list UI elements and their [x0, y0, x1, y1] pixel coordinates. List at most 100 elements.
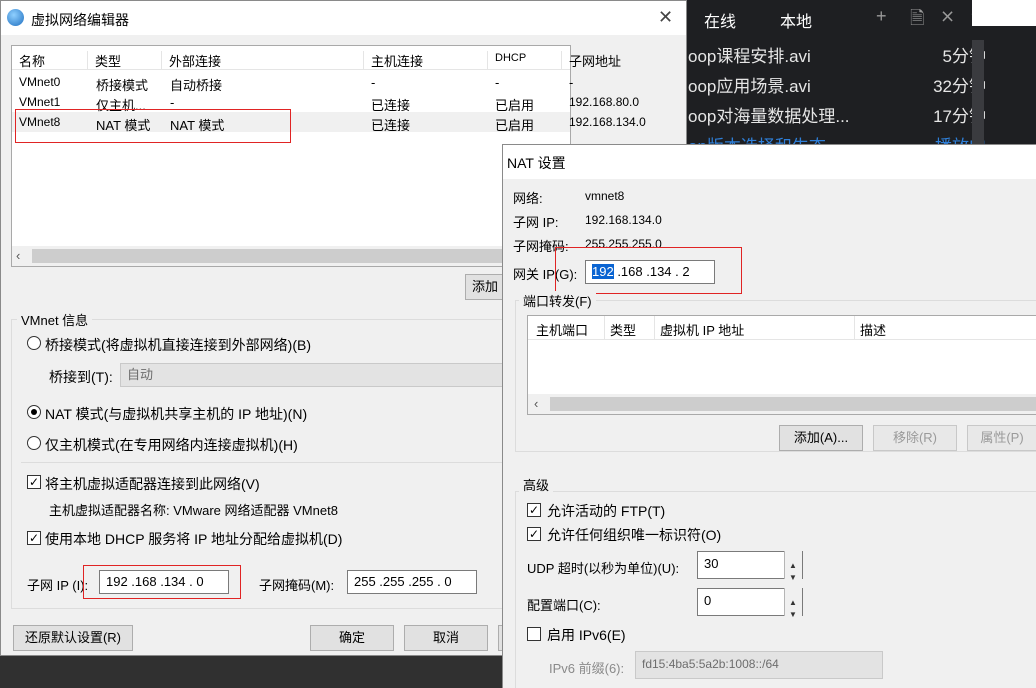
playlist-item-name: oop应用场景.avi — [688, 77, 811, 96]
cell: VMnet0 — [19, 75, 61, 89]
playlist-scrollbar[interactable] — [972, 40, 984, 160]
cancel-button[interactable]: 取消 — [404, 625, 488, 651]
divider — [21, 462, 505, 463]
subnet-mask-input[interactable]: 255 .255 .255 . 0 — [347, 570, 477, 594]
pf-col-host-port[interactable]: 主机端口 — [536, 320, 588, 339]
table-row[interactable]: VMnet0 桥接模式 自动桥接 - - - — [12, 72, 574, 93]
pf-properties-button[interactable]: 属性(P) — [967, 425, 1036, 451]
col-subnet-label: 子网地址 — [569, 54, 622, 69]
allow-oui-label[interactable]: 允许任何组织唯一标识符(O) — [547, 525, 721, 545]
config-port-label: 配置端口(C): — [527, 598, 601, 613]
annotation-highlight-subnet-ip — [83, 565, 241, 599]
pf-col-sep — [854, 316, 855, 340]
network-label: 网络: — [513, 191, 543, 206]
playlist-item[interactable]: oop对海量数据处理... 17分钟 — [686, 102, 986, 132]
tab-online[interactable]: 在线 — [704, 8, 736, 32]
bridge-radio[interactable] — [27, 336, 41, 350]
pf-col-sep — [654, 316, 655, 340]
allow-ftp-checkbox[interactable]: ✓ — [527, 503, 541, 517]
col-host-header[interactable]: 主机连接 — [364, 51, 488, 69]
dhcp-checkbox[interactable]: ✓ — [27, 531, 41, 545]
playlist-item[interactable]: oop课程安排.avi 5分钟 — [686, 42, 986, 72]
nat-radio-label[interactable]: NAT 模式(与虚拟机共享主机的 IP 地址)(N) — [45, 404, 307, 424]
adapter-name-text: 主机虚拟适配器名称: VMware 网络适配器 VMnet8 — [49, 503, 338, 518]
advanced-label: 高级 — [519, 475, 554, 494]
dhcp-label[interactable]: 使用本地 DHCP 服务将 IP 地址分配给虚拟机(D) — [45, 529, 342, 549]
dialog-title: 虚拟网络编辑器 — [31, 12, 129, 28]
pf-scroll-thumb[interactable] — [550, 397, 1036, 411]
clear-icon[interactable]: ⨯ — [940, 6, 955, 27]
playlist-item-name: oop课程安排.avi — [688, 47, 811, 66]
table-scrollbar[interactable]: ‹ — [12, 246, 570, 266]
spin-down-icon[interactable]: ▼ — [789, 566, 797, 590]
nat-title-bar: NAT 设置 — [503, 145, 1036, 179]
scroll-left-icon[interactable]: ‹ — [534, 396, 538, 411]
table-header: 名称 类型 外部连接 主机连接 DHCP — [12, 46, 570, 70]
udp-timeout-value: 30 — [704, 556, 719, 571]
subnet-ip-label: 子网 IP (I): — [27, 578, 89, 593]
config-port-spinner[interactable]: ▲ ▼ — [784, 588, 802, 619]
spin-down-icon[interactable]: ▼ — [789, 603, 797, 627]
bridge-radio-label[interactable]: 桥接模式(将虚拟机直接连接到外部网络)(B) — [45, 335, 311, 355]
pf-col-sep — [604, 316, 605, 340]
cell: - — [371, 75, 376, 90]
close-icon[interactable]: ✕ — [658, 7, 673, 28]
bridge-to-label: 桥接到(T): — [49, 369, 113, 385]
ipv6-label[interactable]: 启用 IPv6(E) — [547, 625, 626, 645]
cell: - — [170, 95, 175, 110]
udp-timeout-label: UDP 超时(以秒为单位)(U): — [527, 561, 680, 576]
udp-timeout-input[interactable]: 30 ▲ ▼ — [697, 551, 803, 582]
col-dhcp-header[interactable]: DHCP — [488, 51, 562, 69]
connect-adapter-checkbox[interactable]: ✓ — [27, 475, 41, 489]
scroll-left-icon[interactable]: ‹ — [16, 248, 20, 263]
allow-ftp-label[interactable]: 允许活动的 FTP(T) — [547, 501, 665, 521]
port-forward-table: 主机端口 类型 虚拟机 IP 地址 描述 ‹ — [527, 315, 1036, 415]
playlist-item[interactable]: oop应用场景.avi 32分钟 — [686, 72, 986, 102]
restore-defaults-button[interactable]: 还原默认设置(R) — [13, 625, 133, 651]
pf-add-button[interactable]: 添加(A)... — [779, 425, 863, 451]
pf-col-vm-ip[interactable]: 虚拟机 IP 地址 — [660, 320, 744, 339]
network-table: 名称 类型 外部连接 主机连接 DHCP 子网地址 VMnet0 桥接模式 自动… — [11, 45, 646, 267]
col-external-header[interactable]: 外部连接 — [162, 51, 364, 69]
config-port-value: 0 — [704, 593, 712, 608]
pf-remove-button[interactable]: 移除(R) — [873, 425, 957, 451]
playlist-item-name: oop对海量数据处理... — [688, 107, 850, 126]
subnet-mask-label: 子网掩码(M): — [259, 578, 335, 593]
nat-subnet-ip-value: 192.168.134.0 — [585, 213, 662, 227]
col-name-header[interactable]: 名称 — [12, 51, 88, 69]
cell: 已连接 — [371, 118, 411, 133]
pf-col-desc[interactable]: 描述 — [860, 320, 886, 339]
title-bar: 虚拟网络编辑器 ✕ — [1, 1, 686, 35]
cell: 192.168.134.0 — [569, 115, 646, 129]
port-forward-label: 端口转发(F) — [519, 291, 596, 310]
scroll-thumb[interactable] — [32, 249, 552, 263]
cell: 已启用 — [495, 118, 535, 133]
background-window-edge — [972, 0, 1036, 26]
pf-col-type[interactable]: 类型 — [610, 320, 636, 339]
config-port-input[interactable]: 0 ▲ ▼ — [697, 588, 803, 619]
ok-button[interactable]: 确定 — [310, 625, 394, 651]
connect-adapter-label[interactable]: 将主机虚拟适配器连接到此网络(V) — [45, 474, 260, 494]
annotation-highlight-vmnet8 — [15, 109, 291, 143]
cell: 192.168.80.0 — [569, 95, 640, 109]
cell: VMnet1 — [19, 95, 61, 109]
allow-oui-checkbox[interactable]: ✓ — [527, 527, 541, 541]
ipv6-prefix-input[interactable]: fd15:4ba5:5a2b:1008::/64 — [635, 651, 883, 679]
hostonly-radio[interactable] — [27, 436, 41, 450]
nat-settings-dialog: NAT 设置 网络: vmnet8 子网 IP: 192.168.134.0 子… — [502, 144, 1036, 688]
annotation-highlight-gateway — [555, 247, 742, 294]
pf-scrollbar[interactable]: ‹ — [528, 394, 1036, 414]
udp-spinner[interactable]: ▲ ▼ — [784, 551, 802, 582]
bridge-to-select[interactable]: 自动 — [120, 363, 503, 387]
col-type-header[interactable]: 类型 — [88, 51, 162, 69]
vmnet-info-label: VMnet 信息 — [17, 310, 93, 329]
add-network-button[interactable]: 添加 — [465, 274, 505, 300]
ipv6-prefix-label: IPv6 前缀(6): — [549, 661, 625, 676]
cell: - — [569, 75, 574, 90]
ipv6-checkbox[interactable] — [527, 627, 541, 641]
hostonly-radio-label[interactable]: 仅主机模式(在专用网络内连接虚拟机)(H) — [45, 435, 298, 455]
file-icon[interactable]: 🗎 — [910, 6, 924, 36]
tab-local[interactable]: 本地 — [780, 8, 812, 32]
nat-radio[interactable] — [27, 405, 41, 419]
plus-icon[interactable]: + — [876, 6, 887, 27]
